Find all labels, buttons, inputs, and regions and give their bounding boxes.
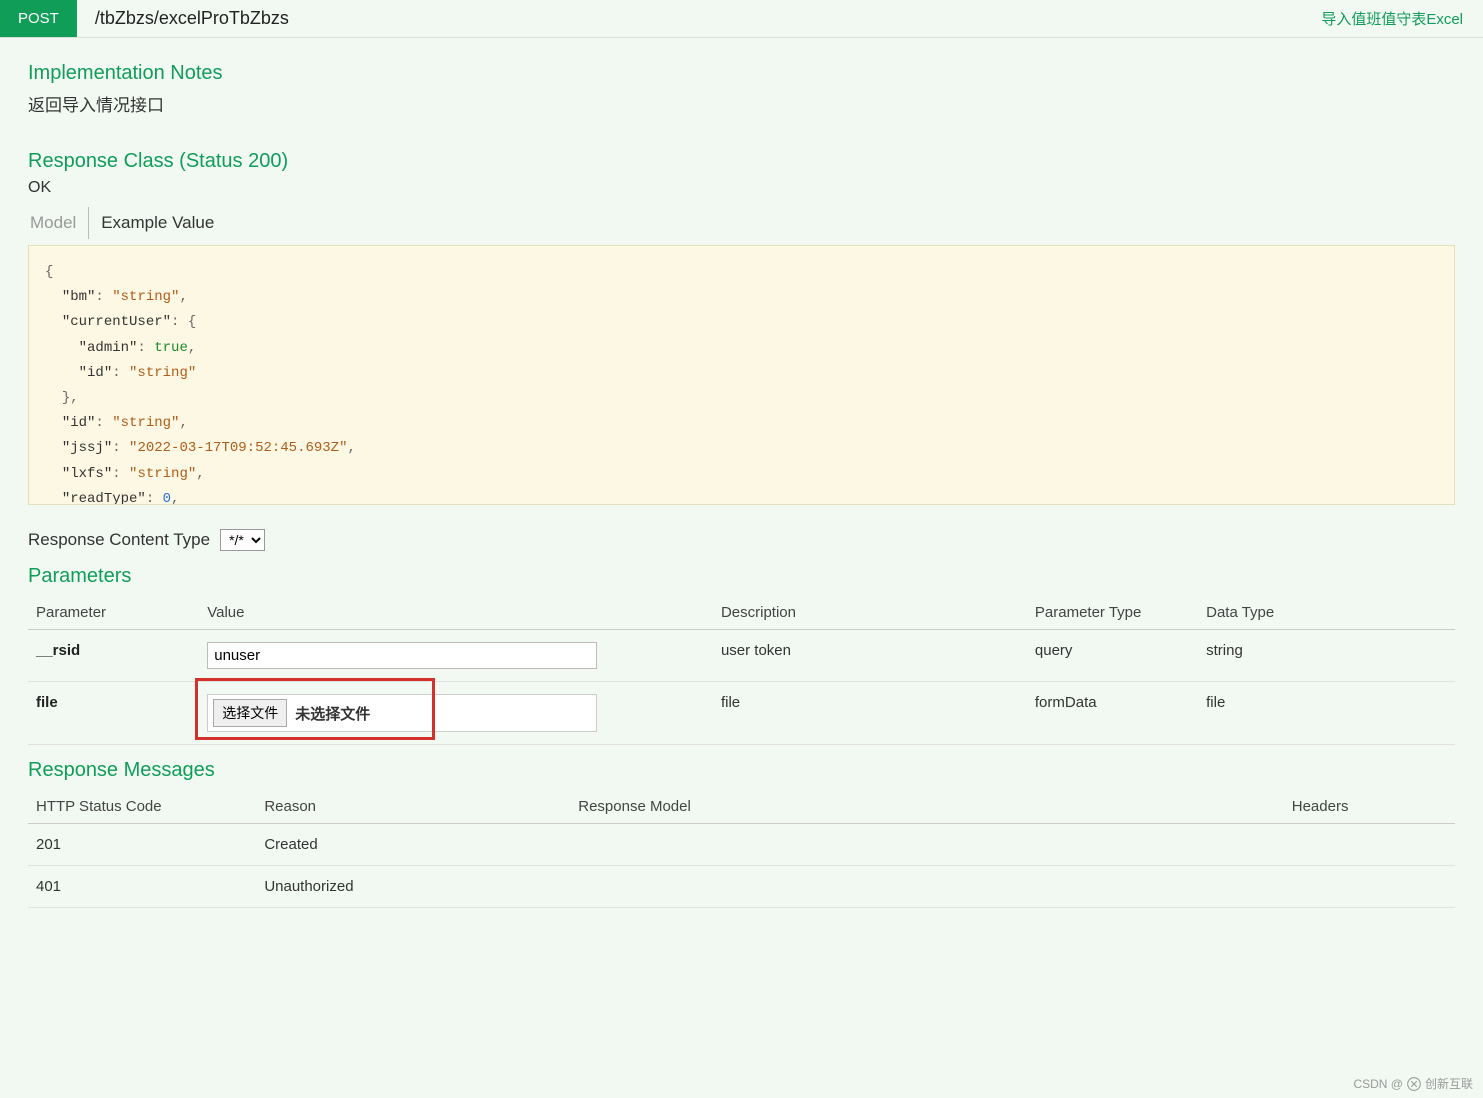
code-key: "id" bbox=[79, 365, 113, 381]
tab-example-value[interactable]: Example Value bbox=[99, 207, 224, 239]
table-row: 401 Unauthorized bbox=[28, 866, 1455, 908]
resp-code: 201 bbox=[28, 824, 256, 866]
code-key: "admin" bbox=[79, 340, 138, 356]
code-key: "jssj" bbox=[62, 440, 112, 456]
file-status-text: 未选择文件 bbox=[295, 703, 370, 724]
code-key: "readType" bbox=[62, 491, 146, 505]
th-parameter: Parameter bbox=[28, 594, 199, 630]
param-value-cell bbox=[199, 630, 713, 682]
endpoint-path[interactable]: /tbZbzs/excelProTbZbzs bbox=[77, 8, 1321, 29]
th-description: Description bbox=[713, 594, 1027, 630]
code-val: "string" bbox=[129, 466, 196, 482]
code-key: "lxfs" bbox=[62, 466, 112, 482]
response-tabs: Model Example Value bbox=[28, 207, 1455, 239]
code-line: }, bbox=[62, 390, 79, 406]
resp-reason: Unauthorized bbox=[256, 866, 570, 908]
param-name: file bbox=[28, 682, 199, 745]
code-val: "string" bbox=[112, 415, 179, 431]
code-key: "id" bbox=[62, 415, 96, 431]
code-key: "bm" bbox=[62, 289, 96, 305]
param-desc: user token bbox=[713, 630, 1027, 682]
file-input-wrapper: 选择文件 未选择文件 bbox=[207, 694, 597, 732]
logo-icon bbox=[1407, 1077, 1421, 1091]
th-response-model: Response Model bbox=[570, 788, 1284, 824]
code-val: "2022-03-17T09:52:45.693Z" bbox=[129, 440, 347, 456]
param-datatype: string bbox=[1198, 630, 1455, 682]
example-value-code[interactable]: { "bm": "string", "currentUser": { "admi… bbox=[28, 245, 1455, 505]
code-line: { bbox=[45, 264, 53, 280]
operation-header: POST /tbZbzs/excelProTbZbzs 导入值班值守表Excel bbox=[0, 0, 1483, 38]
response-content-type-select[interactable]: */* bbox=[220, 529, 265, 551]
code-val: "string" bbox=[112, 289, 179, 305]
watermark: CSDN @ 创新互联 bbox=[1353, 1075, 1473, 1092]
th-headers: Headers bbox=[1284, 788, 1455, 824]
resp-reason: Created bbox=[256, 824, 570, 866]
code-key: "currentUser" bbox=[62, 314, 171, 330]
table-row: file 选择文件 未选择文件 file formData file bbox=[28, 682, 1455, 745]
implementation-notes-heading: Implementation Notes bbox=[28, 62, 1455, 85]
http-method-badge: POST bbox=[0, 0, 77, 37]
choose-file-button[interactable]: 选择文件 bbox=[213, 699, 287, 727]
parameters-heading: Parameters bbox=[28, 565, 1455, 588]
param-type: formData bbox=[1027, 682, 1198, 745]
param-value-cell: 选择文件 未选择文件 bbox=[199, 682, 713, 745]
response-messages-table: HTTP Status Code Reason Response Model H… bbox=[28, 788, 1455, 908]
resp-code: 401 bbox=[28, 866, 256, 908]
code-val: true bbox=[154, 340, 188, 356]
th-data-type: Data Type bbox=[1198, 594, 1455, 630]
watermark-brand: 创新互联 bbox=[1425, 1075, 1473, 1092]
code-val: "string" bbox=[129, 365, 196, 381]
th-status-code: HTTP Status Code bbox=[28, 788, 256, 824]
param-desc: file bbox=[713, 682, 1027, 745]
response-content-type-row: Response Content Type */* bbox=[28, 529, 1455, 551]
parameters-table: Parameter Value Description Parameter Ty… bbox=[28, 594, 1455, 745]
th-value: Value bbox=[199, 594, 713, 630]
param-type: query bbox=[1027, 630, 1198, 682]
watermark-text: CSDN @ bbox=[1353, 1077, 1403, 1091]
tab-model[interactable]: Model bbox=[28, 207, 89, 239]
response-content-type-label: Response Content Type bbox=[28, 530, 210, 550]
table-row: __rsid user token query string bbox=[28, 630, 1455, 682]
response-status-text: OK bbox=[28, 179, 1455, 197]
operation-body: Implementation Notes 返回导入情况接口 Response C… bbox=[0, 38, 1483, 908]
table-row: 201 Created bbox=[28, 824, 1455, 866]
response-messages-heading: Response Messages bbox=[28, 759, 1455, 782]
rsid-input[interactable] bbox=[207, 642, 597, 669]
param-datatype: file bbox=[1198, 682, 1455, 745]
th-reason: Reason bbox=[256, 788, 570, 824]
operation-summary-link[interactable]: 导入值班值守表Excel bbox=[1321, 8, 1483, 29]
param-name: __rsid bbox=[28, 630, 199, 682]
implementation-notes-text: 返回导入情况接口 bbox=[28, 91, 1455, 116]
th-parameter-type: Parameter Type bbox=[1027, 594, 1198, 630]
response-class-heading: Response Class (Status 200) bbox=[28, 150, 1455, 173]
code-val: 0 bbox=[163, 491, 171, 505]
